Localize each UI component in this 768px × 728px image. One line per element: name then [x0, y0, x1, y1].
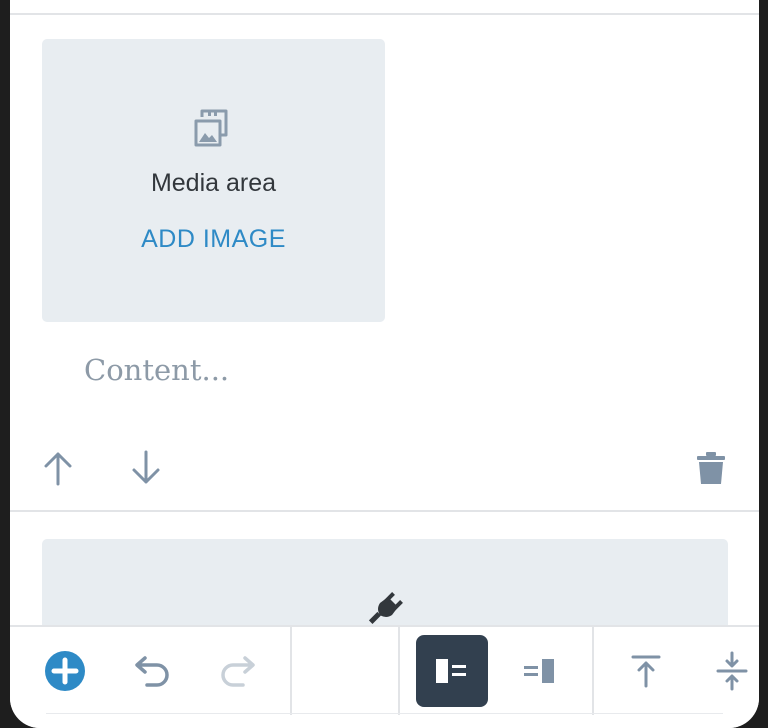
- divider: [46, 713, 723, 714]
- plug-icon: [368, 592, 403, 624]
- media-right-icon: [524, 659, 554, 683]
- toolbar-separator: [290, 627, 292, 715]
- add-block-button[interactable]: [29, 635, 101, 707]
- redo-button[interactable]: [202, 635, 274, 707]
- media-gallery-icon: [194, 109, 228, 147]
- media-on-left-button[interactable]: [416, 635, 488, 707]
- align-top-button[interactable]: [610, 635, 682, 707]
- toolbar-separator: [592, 627, 594, 715]
- toolbar-separator: [398, 627, 400, 715]
- delete-block-button[interactable]: [691, 448, 731, 488]
- align-center-button[interactable]: [696, 635, 759, 707]
- move-up-button[interactable]: [38, 448, 78, 488]
- arrow-up-icon: [44, 452, 72, 486]
- editor-screen: Media area ADD IMAGE: [10, 0, 759, 728]
- move-down-button[interactable]: [126, 448, 166, 488]
- divider: [10, 13, 759, 15]
- trash-icon: [697, 452, 725, 484]
- content-input[interactable]: [84, 353, 484, 387]
- divider: [10, 510, 759, 512]
- undo-button[interactable]: [116, 635, 188, 707]
- redo-icon: [221, 656, 255, 687]
- media-area-placeholder[interactable]: Media area ADD IMAGE: [42, 39, 385, 322]
- media-area-label: Media area: [150, 169, 277, 197]
- media-left-icon: [436, 659, 466, 683]
- bottom-toolbar: [10, 625, 759, 728]
- add-image-button[interactable]: ADD IMAGE: [42, 225, 385, 254]
- arrow-down-icon: [132, 450, 160, 484]
- align-center-icon: [716, 651, 748, 691]
- align-top-icon: [631, 655, 661, 688]
- undo-icon: [135, 656, 169, 687]
- plus-circle-icon: [45, 651, 85, 691]
- media-on-right-button[interactable]: [504, 635, 576, 707]
